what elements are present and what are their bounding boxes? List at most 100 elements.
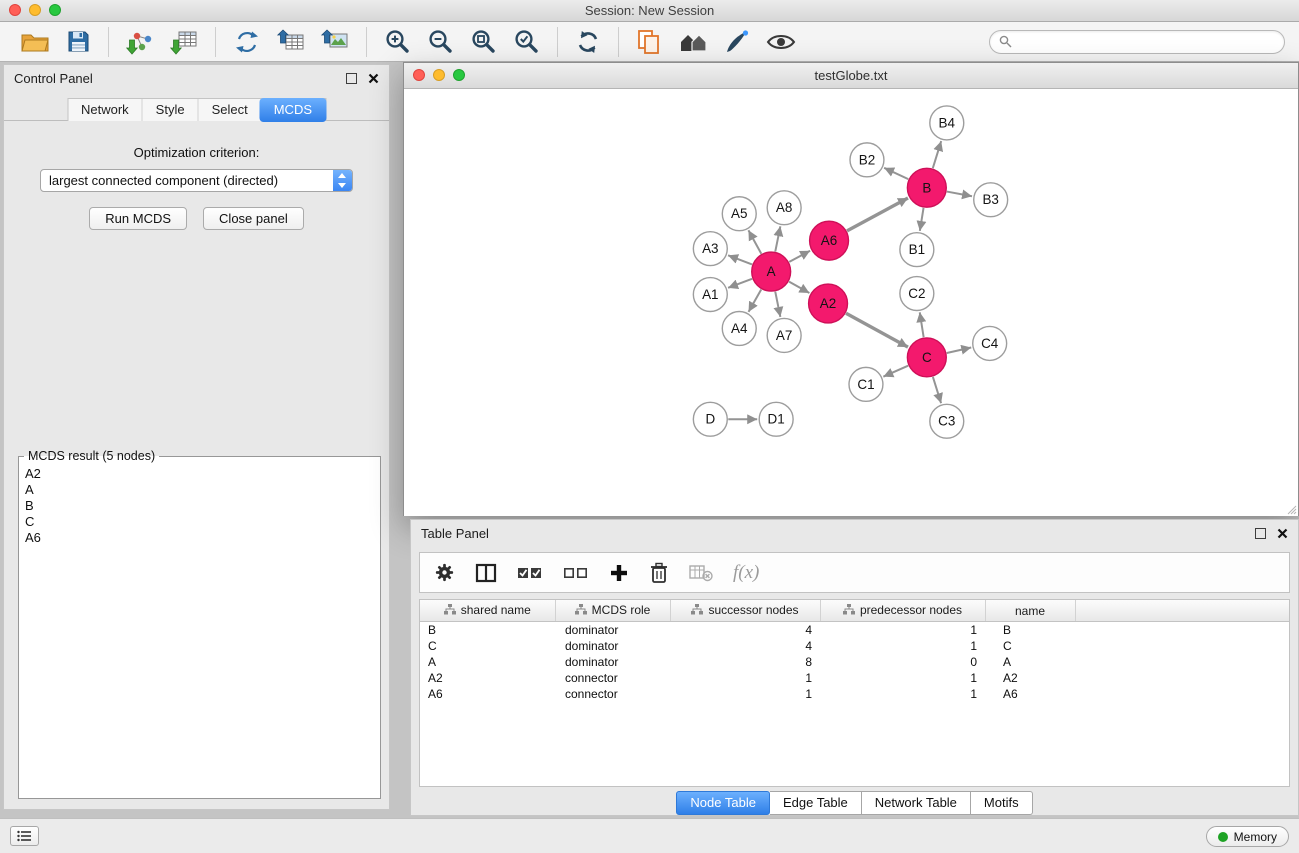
table-row[interactable]: Cdominator41C <box>420 638 1289 654</box>
network-canvas[interactable]: B4B2BB3B1A5A8A6A3AA1A4A7A2C2C4CC1C3DD1 <box>404 89 1298 516</box>
zoom-out-button[interactable] <box>425 26 456 57</box>
result-item[interactable]: A <box>25 482 374 498</box>
show-columns-button[interactable] <box>475 563 497 583</box>
table-cell[interactable]: dominator <box>555 622 670 639</box>
table-cell[interactable]: 1 <box>820 686 985 702</box>
task-history-button[interactable] <box>10 826 39 846</box>
close-table-panel-icon[interactable] <box>1277 528 1288 539</box>
tab-style[interactable]: Style <box>142 99 198 121</box>
network-edge-A-A1[interactable] <box>728 279 752 288</box>
network-node-D1[interactable]: D1 <box>759 402 793 436</box>
table-cell[interactable]: connector <box>555 670 670 686</box>
network-edge-B-B2[interactable] <box>884 168 908 179</box>
memory-button[interactable]: Memory <box>1206 826 1289 847</box>
result-item[interactable]: A6 <box>25 530 374 546</box>
zoom-in-button[interactable] <box>382 26 413 57</box>
table-cell[interactable]: 4 <box>670 638 820 654</box>
network-edge-B-B4[interactable] <box>933 141 941 168</box>
save-session-button[interactable] <box>64 27 93 56</box>
refresh-button[interactable] <box>573 27 603 57</box>
column-header-predecessor-nodes[interactable]: predecessor nodes <box>820 600 985 622</box>
network-edge-A-A5[interactable] <box>748 230 761 253</box>
network-edge-C-C3[interactable] <box>933 377 941 403</box>
close-panel-button[interactable]: Close panel <box>203 207 304 230</box>
network-node-C4[interactable]: C4 <box>973 326 1007 360</box>
table-cell[interactable]: A6 <box>985 686 1075 702</box>
table-cell[interactable]: A2 <box>985 670 1075 686</box>
table-cell[interactable]: A2 <box>420 670 555 686</box>
delete-table-button[interactable] <box>689 563 713 583</box>
table-cell[interactable]: 8 <box>670 654 820 670</box>
deselect-all-button[interactable] <box>563 565 589 581</box>
tab-network[interactable]: Network <box>68 99 142 121</box>
zoom-fit-button[interactable] <box>468 26 499 57</box>
column-header-name[interactable]: name <box>985 600 1075 622</box>
table-cell[interactable]: 4 <box>670 622 820 639</box>
tab-node-table[interactable]: Node Table <box>676 791 770 815</box>
export-image-button[interactable] <box>319 27 351 57</box>
network-node-C3[interactable]: C3 <box>930 404 964 438</box>
result-item[interactable]: C <box>25 514 374 530</box>
table-cell[interactable]: 0 <box>820 654 985 670</box>
network-node-A3[interactable]: A3 <box>693 232 727 266</box>
open-session-button[interactable] <box>18 27 52 56</box>
table-cell[interactable]: B <box>420 622 555 639</box>
network-node-A[interactable]: A <box>752 252 791 291</box>
zoom-window-button[interactable] <box>49 4 61 16</box>
table-row[interactable]: Bdominator41B <box>420 622 1289 639</box>
network-node-B2[interactable]: B2 <box>850 143 884 177</box>
network-node-A7[interactable]: A7 <box>767 318 801 352</box>
zoom-network-window-button[interactable] <box>453 69 465 81</box>
table-cell[interactable]: 1 <box>670 686 820 702</box>
resize-grip-icon[interactable] <box>1285 503 1297 515</box>
export-table-button[interactable] <box>275 27 307 57</box>
search-input[interactable] <box>1018 33 1275 50</box>
tab-network-table[interactable]: Network Table <box>862 791 971 815</box>
network-edge-A-A6[interactable] <box>789 251 810 262</box>
table-settings-button[interactable] <box>434 562 455 583</box>
network-edge-A-A8[interactable] <box>775 226 780 251</box>
network-node-C[interactable]: C <box>907 338 946 377</box>
network-edge-A6-B[interactable] <box>847 198 908 231</box>
network-edge-A-A3[interactable] <box>728 255 752 264</box>
network-edge-B-B1[interactable] <box>920 208 924 231</box>
tab-select[interactable]: Select <box>198 99 261 121</box>
import-table-from-file-button[interactable] <box>168 27 200 57</box>
network-node-B[interactable]: B <box>907 168 946 207</box>
table-cell[interactable]: dominator <box>555 654 670 670</box>
function-builder-button[interactable]: f(x) <box>733 562 759 584</box>
table-cell[interactable]: 1 <box>820 670 985 686</box>
table-cell[interactable]: 1 <box>820 638 985 654</box>
network-edge-C-C4[interactable] <box>947 348 971 353</box>
network-edge-A-A7[interactable] <box>775 292 780 317</box>
show-graphics-details-button[interactable] <box>764 29 798 55</box>
table-cell[interactable]: C <box>420 638 555 654</box>
network-edge-B-B3[interactable] <box>947 192 972 197</box>
float-table-panel-icon[interactable] <box>1255 528 1266 539</box>
network-node-A2[interactable]: A2 <box>809 284 848 323</box>
tab-motifs[interactable]: Motifs <box>971 791 1033 815</box>
network-edge-C-C2[interactable] <box>920 312 924 337</box>
style-brush-button[interactable] <box>722 27 752 57</box>
network-edge-A-A4[interactable] <box>749 289 762 311</box>
network-node-A1[interactable]: A1 <box>693 278 727 312</box>
table-cell[interactable]: A <box>985 654 1075 670</box>
tab-edge-table[interactable]: Edge Table <box>770 791 862 815</box>
table-cell[interactable]: dominator <box>555 638 670 654</box>
close-network-window-button[interactable] <box>413 69 425 81</box>
table-row[interactable]: A2connector11A2 <box>420 670 1289 686</box>
network-node-A4[interactable]: A4 <box>722 312 756 346</box>
close-window-button[interactable] <box>9 4 21 16</box>
table-cell[interactable]: C <box>985 638 1075 654</box>
criterion-dropdown[interactable]: largest connected component (directed) <box>40 169 353 192</box>
network-node-A5[interactable]: A5 <box>722 197 756 231</box>
tab-mcds[interactable]: MCDS <box>260 98 326 122</box>
network-node-B4[interactable]: B4 <box>930 106 964 140</box>
network-node-B3[interactable]: B3 <box>974 183 1008 217</box>
table-cell[interactable]: B <box>985 622 1075 639</box>
minimize-network-window-button[interactable] <box>433 69 445 81</box>
duplicate-network-button[interactable] <box>634 27 664 57</box>
home-button[interactable] <box>676 28 710 56</box>
table-row[interactable]: Adominator80A <box>420 654 1289 670</box>
table-cell[interactable]: 1 <box>820 622 985 639</box>
